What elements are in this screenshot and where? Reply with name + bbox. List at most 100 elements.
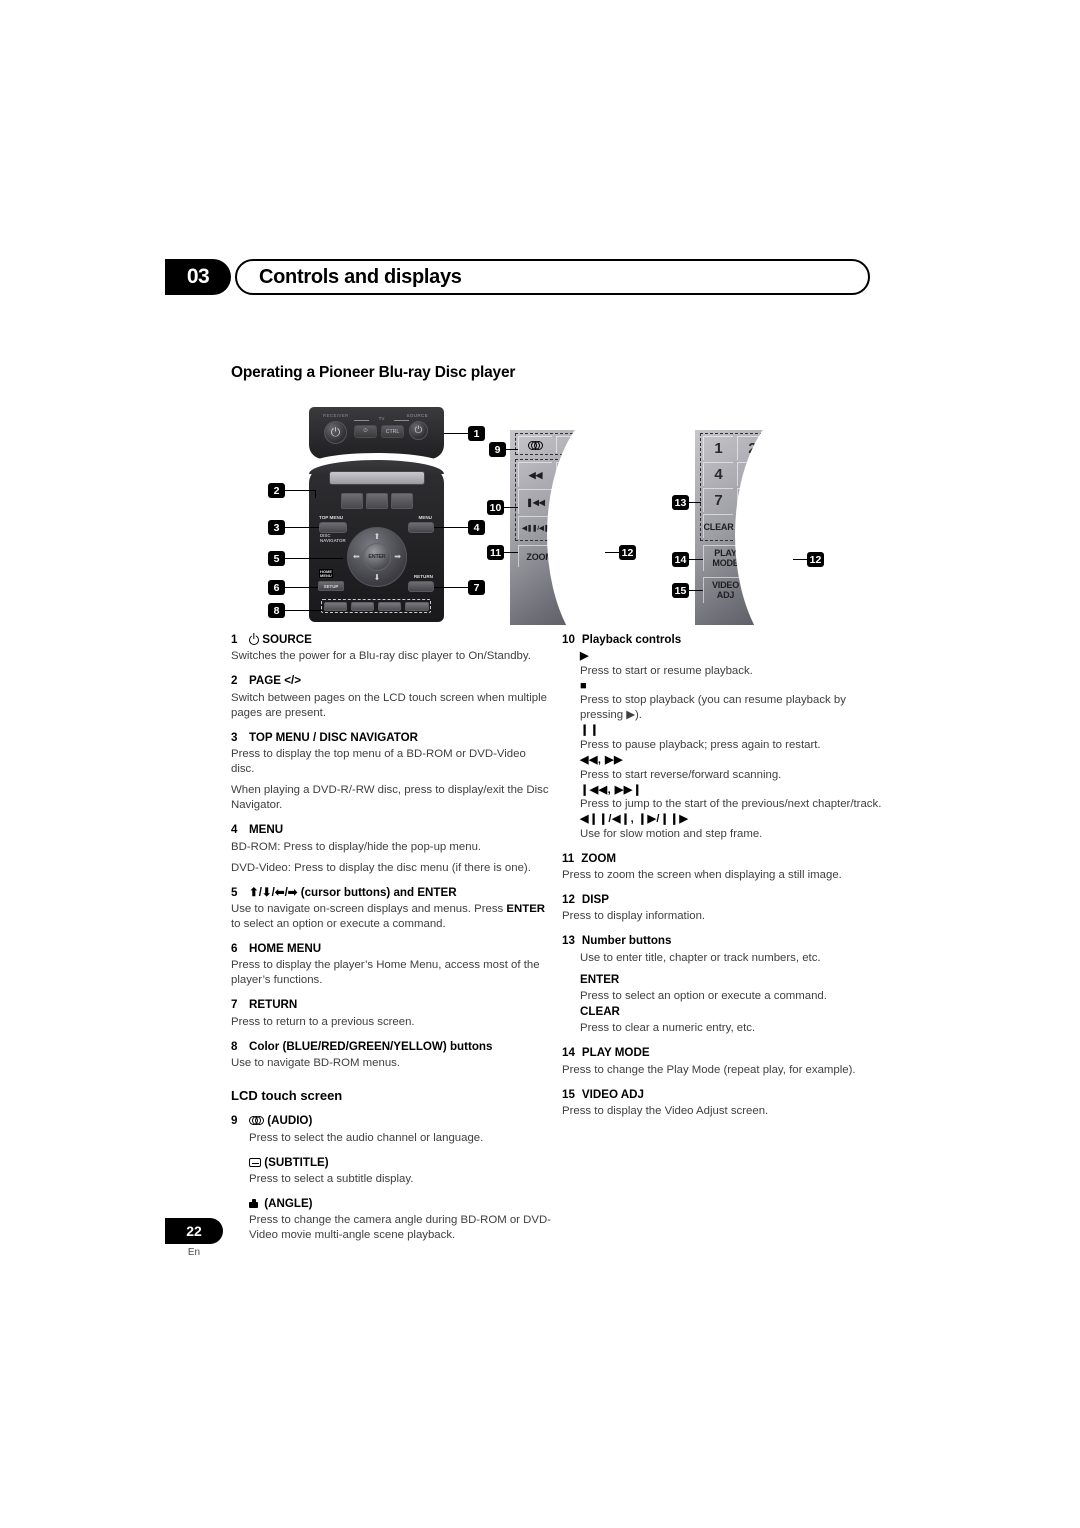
- left-text-column: 1 SOURCE Switches the power for a Blu-ra…: [231, 632, 551, 1252]
- scan-symbol: ◀◀, ▶▶: [580, 754, 623, 767]
- leader-1: [444, 433, 468, 435]
- subitem-title-enter: ENTER: [580, 972, 620, 986]
- item-body: Switch between pages on the LCD touch sc…: [231, 691, 547, 719]
- top-menu-label: TOP MENU: [319, 515, 344, 520]
- item-body: Use to navigate on-screen displays and m…: [231, 902, 546, 930]
- item-label: SOURCE: [249, 632, 551, 647]
- item-title-zoom: 11 ZOOM: [562, 851, 882, 866]
- lcd-key-scan-reverse[interactable]: ◀◀: [518, 462, 552, 487]
- leader-15: [689, 590, 703, 592]
- lcd-audio-key[interactable]: [518, 436, 552, 453]
- item-body: Press to select the audio channel or lan…: [249, 1131, 484, 1144]
- page-language: En: [187, 1247, 201, 1258]
- item-playback-controls: 10 Playback controls ▶ Press to start or…: [562, 632, 882, 842]
- tv-rail: TV: [354, 416, 409, 424]
- item-body: Use to navigate BD-ROM menus.: [231, 1057, 401, 1070]
- callout-10: 10: [487, 500, 504, 515]
- subtitle-icon: [249, 1157, 261, 1167]
- item-body: Press to display the Video Adjust screen…: [562, 1105, 769, 1118]
- lcd-key-1[interactable]: 1: [703, 436, 733, 460]
- lcd-fan-mask-1: [547, 430, 635, 625]
- callout-12a: 12: [619, 545, 636, 560]
- cursor-down-icon[interactable]: ⬇: [374, 574, 381, 582]
- callout-9: 9: [489, 442, 506, 457]
- callout-12b: 12: [807, 552, 824, 567]
- remote-control-diagram: RECEIVER ⏻ TV ⏻ CTRL SOURCE ⏻ TOP MENU D…: [231, 400, 871, 630]
- item-number: 8: [231, 1039, 238, 1053]
- item-number: 13: [562, 934, 575, 948]
- item-title-playback-controls: 10 Playback controls: [562, 632, 882, 647]
- item-return: 7 RETURN Press to return to a previous s…: [231, 997, 551, 1029]
- lcd-touch-screen-page-2[interactable]: 1 2 4 5 7 8 9 CLEAR 0 ENTER PLAYMODE DIS…: [695, 430, 823, 625]
- cursor-left-icon[interactable]: ⬅: [353, 553, 360, 561]
- menu-button[interactable]: [408, 522, 434, 533]
- tv-ctrl-button[interactable]: CTRL: [381, 425, 404, 438]
- source-power-button[interactable]: ⏻: [409, 421, 428, 440]
- disc-navigator-label: DISC NAVIGATOR: [320, 533, 346, 543]
- callout-3: 3: [268, 520, 285, 535]
- lcd-key-7[interactable]: 7: [703, 488, 733, 512]
- setup-button[interactable]: SETUP: [318, 581, 344, 591]
- color-button-red[interactable]: [350, 601, 374, 611]
- item-label: PLAY MODE: [581, 1046, 650, 1060]
- leader-5: [285, 558, 343, 560]
- audio-icon: [528, 440, 543, 450]
- return-label: RETURN: [413, 574, 433, 579]
- color-button-blue[interactable]: [323, 601, 347, 611]
- source-label: SOURCE: [406, 413, 428, 418]
- item-title-return: 7 RETURN: [231, 997, 551, 1012]
- color-button-green[interactable]: [378, 601, 402, 611]
- lcd-key-4[interactable]: 4: [703, 462, 733, 486]
- cursor-right-icon[interactable]: ➡: [394, 553, 401, 561]
- top-menu-button[interactable]: [319, 522, 347, 533]
- page-button-1[interactable]: [341, 493, 363, 509]
- item-label: (ANGLE): [249, 1196, 551, 1211]
- playback-control-skip: ❙◀◀, ▶▶❙ Press to jump to the start of t…: [580, 783, 882, 813]
- enter-button[interactable]: ENTER: [363, 543, 391, 571]
- callout-6: 6: [268, 580, 285, 595]
- page-button-3[interactable]: [391, 493, 413, 509]
- skip-description: Press to jump to the start of the previo…: [580, 798, 882, 811]
- receiver-label: RECEIVER: [323, 413, 349, 418]
- item-label: HOME MENU: [249, 942, 322, 955]
- item-title-menu: 4 MENU: [231, 822, 551, 837]
- lcd-key-clear[interactable]: CLEAR: [703, 514, 734, 538]
- item-title-page: 2 PAGE </>: [231, 673, 551, 688]
- receiver-power-button[interactable]: ⏻: [324, 421, 347, 444]
- page-button-2[interactable]: [366, 493, 388, 509]
- page-buttons[interactable]: [341, 493, 413, 509]
- item-body: Press to display the player’s Home Menu,…: [231, 959, 540, 987]
- lcd-key-previous[interactable]: ❚◀◀: [518, 489, 552, 514]
- color-buttons-row[interactable]: [321, 599, 431, 613]
- leader-3: [285, 527, 319, 529]
- cursor-up-icon[interactable]: ⬆: [374, 533, 381, 541]
- item-body: Use to enter title, chapter or track num…: [580, 951, 821, 964]
- item-subtitle: (SUBTITLE) Press to select a subtitle di…: [231, 1155, 551, 1187]
- item-title-subtitle: (SUBTITLE): [249, 1155, 551, 1170]
- item-title-top-menu: 3 TOP MENU / DISC NAVIGATOR: [231, 730, 551, 745]
- play-symbol: ▶: [580, 650, 589, 663]
- tv-power-button[interactable]: ⏻: [354, 425, 377, 438]
- cursor-dpad[interactable]: ⬆ ⬇ ⬅ ➡ ENTER: [347, 527, 407, 587]
- return-button[interactable]: [408, 581, 434, 592]
- lcd-touch-screen-page-1[interactable]: ◀◀ ▶ ❚◀◀ ■ ▶▶ ◀❚❚/◀❚ ❚❚ ❚▶/❚❚▶ ZOOM DISP: [510, 430, 635, 625]
- item-label: PAGE </>: [249, 674, 301, 688]
- item-body: BD-ROM: Press to display/hide the pop-up…: [231, 840, 482, 853]
- item-title-audio: 9 (AUDIO): [231, 1113, 551, 1128]
- leader-11: [504, 552, 518, 554]
- item-title-home-menu: 6 HOME MENU: [231, 941, 551, 956]
- leader-2a: [285, 490, 315, 492]
- item-number: 2: [231, 674, 238, 688]
- item-number: 4: [231, 823, 238, 837]
- item-title-video-adj: 15 VIDEO ADJ: [562, 1087, 882, 1102]
- color-button-yellow[interactable]: [405, 601, 429, 611]
- item-title-angle: (ANGLE): [249, 1196, 551, 1211]
- callout-13: 13: [672, 495, 689, 510]
- item-cursor-buttons: 5 ⬆/⬇/⬅/➡ (cursor buttons) and ENTER Use…: [231, 885, 551, 932]
- item-label: ZOOM: [581, 851, 617, 865]
- callout-1: 1: [468, 426, 485, 441]
- item-home-menu: 6 HOME MENU Press to display the player’…: [231, 941, 551, 988]
- item-body: Press to select a subtitle display.: [249, 1172, 414, 1185]
- item-number-buttons: 13 Number buttons Use to enter title, ch…: [562, 933, 882, 1036]
- audio-icon: [249, 1116, 264, 1126]
